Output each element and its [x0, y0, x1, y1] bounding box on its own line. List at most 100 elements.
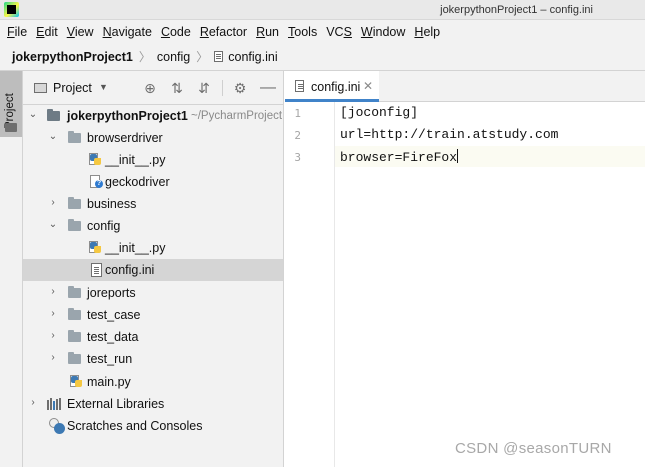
gear-icon[interactable]: ⚙	[231, 79, 249, 97]
chevron-right-icon[interactable]: ›	[47, 330, 59, 341]
python-file-icon	[89, 153, 103, 167]
close-icon[interactable]: ✕	[363, 79, 373, 93]
tree-item-scratches[interactable]: Scratches and Consoles	[23, 415, 283, 437]
tree-item-label: test_run	[87, 352, 133, 366]
tree-item-label: test_case	[87, 308, 141, 322]
tree-item-root[interactable]: ⌄ jokerpythonProject1 ~/PycharmProject	[23, 105, 283, 127]
header-divider	[222, 80, 223, 96]
tree-item-init-py[interactable]: __init__.py	[23, 149, 283, 171]
python-file-icon	[70, 375, 84, 389]
menu-item[interactable]: Navigate	[99, 25, 156, 39]
tree-item-business[interactable]: › business	[23, 193, 283, 215]
tree-item-label: jokerpythonProject1	[67, 109, 188, 123]
tab-label: config.ini	[311, 80, 361, 94]
python-file-icon	[89, 241, 103, 255]
project-view-icon	[34, 83, 47, 93]
line-number: 1	[294, 107, 301, 120]
tree-item-joreports[interactable]: › joreports	[23, 282, 283, 304]
tree-item-label: config	[87, 219, 121, 233]
breadcrumb: jokerpythonProject1 〉 config 〉 config.in…	[0, 43, 645, 71]
folder-icon	[68, 308, 81, 320]
menu-item-mnemonic: W	[360, 24, 373, 39]
watermark: CSDN @seasonTURN	[455, 440, 612, 457]
tree-item-browserdriver[interactable]: ⌄ browserdriver	[23, 127, 283, 149]
ini-file-icon	[91, 263, 102, 277]
breadcrumb-folder[interactable]: config	[157, 50, 190, 64]
tree-item-label: Scratches and Consoles	[67, 419, 203, 433]
folder-icon	[68, 197, 81, 209]
chevron-right-icon[interactable]: ›	[47, 352, 59, 363]
menu-item-text: avigate	[111, 24, 152, 39]
tree-item-test-data[interactable]: › test_data	[23, 326, 283, 348]
project-view-selector[interactable]: Project	[53, 81, 92, 95]
tree-item-path: ~/PycharmProject	[191, 110, 283, 122]
chevron-down-icon[interactable]: ⌄	[27, 109, 39, 120]
tree-item-config[interactable]: ⌄ config	[23, 215, 283, 237]
menu-item[interactable]: Window	[357, 25, 409, 39]
tree-item-init-py[interactable]: __init__.py	[23, 237, 283, 259]
menu-item-mnemonic: S	[343, 24, 352, 39]
menu-item[interactable]: Help	[410, 25, 444, 39]
menu-item-text: ode	[169, 24, 191, 39]
tree-item-test-run[interactable]: › test_run	[23, 348, 283, 370]
breadcrumb-file[interactable]: config.ini	[228, 50, 277, 64]
menu-item[interactable]: View	[63, 25, 98, 39]
tree-item-label: business	[87, 197, 137, 211]
project-panel-header: Project ▼ ⊕ ⇅ ⇵ ⚙ —	[23, 71, 283, 105]
menu-item-mnemonic: C	[160, 24, 170, 39]
pycharm-logo-icon	[4, 2, 19, 17]
folder-icon	[68, 131, 81, 143]
menu-item-mnemonic: E	[36, 24, 45, 39]
unknown-file-icon: ?	[90, 175, 103, 189]
code-line: [joconfig]	[340, 105, 419, 120]
locate-icon[interactable]: ⊕	[141, 79, 159, 97]
menu-item[interactable]: File	[3, 25, 31, 39]
chevron-down-icon[interactable]: ⌄	[47, 219, 59, 230]
menu-item-mnemonic: F	[7, 24, 15, 39]
folder-icon	[47, 109, 60, 121]
library-icon	[47, 398, 62, 410]
breadcrumb-separator-icon: 〉	[138, 50, 151, 64]
ini-file-icon	[295, 80, 304, 92]
tab-config-ini[interactable]: config.ini ✕	[285, 71, 379, 102]
chevron-right-icon[interactable]: ›	[27, 397, 39, 408]
folder-icon	[68, 286, 81, 298]
menu-item-mnemonic: N	[102, 24, 112, 39]
breadcrumb-project[interactable]: jokerpythonProject1	[12, 50, 133, 64]
chevron-down-icon[interactable]: ▼	[99, 82, 108, 92]
line-number: 2	[294, 129, 301, 142]
expand-all-icon[interactable]: ⇅	[168, 79, 186, 97]
chevron-right-icon[interactable]: ›	[47, 286, 59, 297]
folder-icon	[5, 123, 17, 132]
menu-item[interactable]: Tools	[284, 25, 321, 39]
folder-icon	[68, 219, 81, 231]
window-title: jokerpythonProject1 – config.ini	[440, 4, 593, 16]
menu-item[interactable]: Code	[157, 25, 195, 39]
chevron-right-icon[interactable]: ›	[47, 308, 59, 319]
tree-item-label: __init__.py	[105, 153, 166, 167]
editor-tab-bar: config.ini ✕	[285, 71, 645, 102]
tree-item-test-case[interactable]: › test_case	[23, 304, 283, 326]
tree-item-label: main.py	[87, 375, 131, 389]
tree-item-label: browserdriver	[87, 131, 163, 145]
tree-item-label: geckodriver	[105, 175, 170, 189]
tree-item-geckodriver[interactable]: ? geckodriver	[23, 171, 283, 193]
title-bar: jokerpythonProject1 – config.ini	[0, 0, 645, 20]
hide-icon[interactable]: —	[259, 79, 277, 97]
menu-item[interactable]: Refactor	[196, 25, 251, 39]
menu-item-text: dit	[44, 24, 58, 39]
tree-item-label: test_data	[87, 330, 139, 344]
tree-item-main-py[interactable]: main.py	[23, 371, 283, 393]
tree-item-external-libraries[interactable]: › External Libraries	[23, 393, 283, 415]
menu-item[interactable]: Edit	[32, 25, 62, 39]
collapse-all-icon[interactable]: ⇵	[195, 79, 213, 97]
menu-item[interactable]: Run	[252, 25, 283, 39]
tree-item-config-ini[interactable]: config.ini	[23, 259, 283, 281]
menu-item[interactable]: VCS	[322, 25, 356, 39]
menu-bar: File Edit View Navigate Code Refactor Run Tools…	[0, 20, 645, 43]
menu-item-text: ile	[14, 24, 28, 39]
chevron-right-icon[interactable]: ›	[47, 197, 59, 208]
ini-file-icon	[214, 51, 224, 62]
chevron-down-icon[interactable]: ⌄	[47, 131, 59, 142]
line-number: 3	[294, 151, 301, 164]
